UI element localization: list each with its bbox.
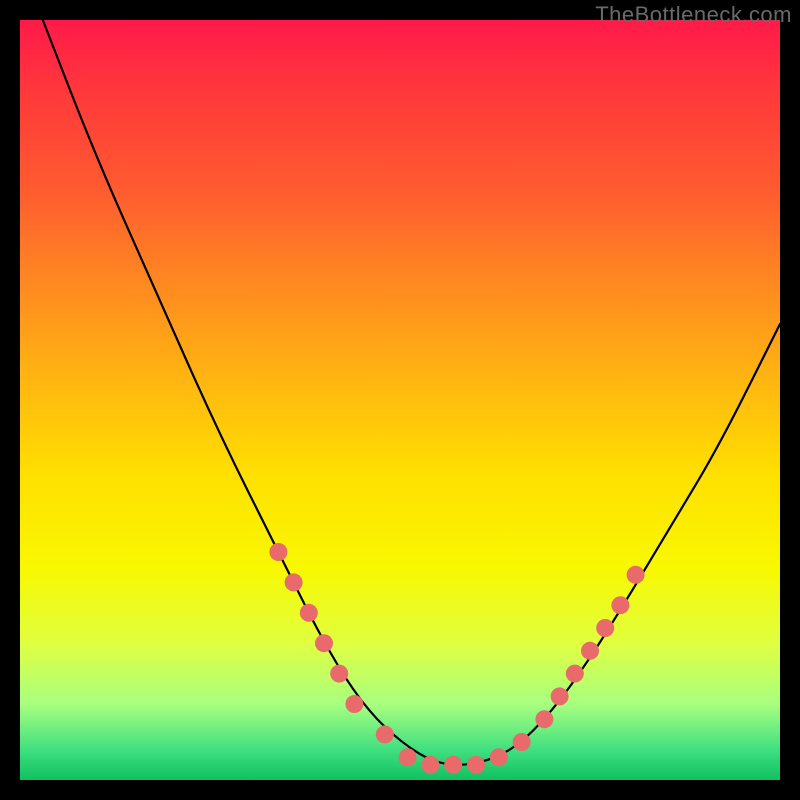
data-marker bbox=[315, 634, 333, 652]
watermark-text: TheBottleneck.com bbox=[595, 2, 792, 28]
data-marker bbox=[490, 748, 508, 766]
bottleneck-curve bbox=[43, 20, 780, 765]
data-marker bbox=[285, 573, 303, 591]
data-marker bbox=[444, 756, 462, 774]
curve-svg bbox=[20, 20, 780, 780]
data-marker bbox=[345, 695, 363, 713]
data-marker bbox=[627, 566, 645, 584]
data-marker bbox=[399, 748, 417, 766]
data-marker bbox=[300, 604, 318, 622]
plot-area bbox=[20, 20, 780, 780]
data-marker bbox=[535, 710, 553, 728]
data-marker bbox=[467, 756, 485, 774]
data-marker bbox=[611, 596, 629, 614]
data-marker bbox=[566, 665, 584, 683]
data-marker bbox=[596, 619, 614, 637]
data-marker bbox=[581, 642, 599, 660]
data-marker bbox=[513, 733, 531, 751]
data-marker bbox=[376, 725, 394, 743]
data-marker bbox=[421, 756, 439, 774]
marker-group bbox=[269, 543, 644, 774]
data-marker bbox=[269, 543, 287, 561]
data-marker bbox=[330, 665, 348, 683]
data-marker bbox=[551, 687, 569, 705]
chart-frame: TheBottleneck.com bbox=[0, 0, 800, 800]
